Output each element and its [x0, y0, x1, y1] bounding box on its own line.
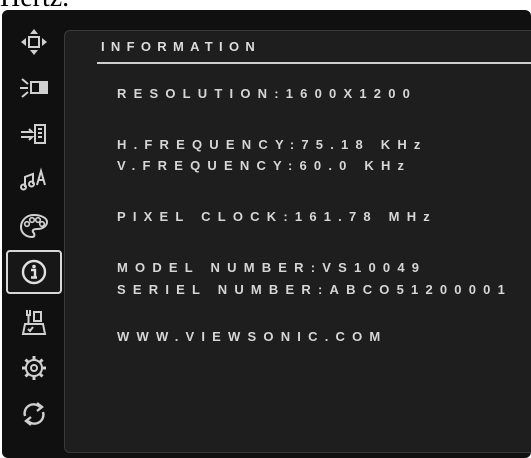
menu-item-input-select[interactable] — [8, 20, 60, 64]
manual-adjust-icon — [21, 310, 47, 335]
input-select-icon — [21, 29, 47, 55]
osd-menu: INFORMATION RESOLUTION:1600X1200 H.FREQU… — [2, 10, 531, 458]
model-number-value: MODEL NUMBER:VS10049 — [117, 260, 427, 275]
color-adjust-icon — [19, 213, 49, 239]
information-icon — [21, 259, 47, 285]
menu-item-brightness-contrast[interactable] — [8, 66, 60, 110]
menu-item-manual-adjust[interactable] — [8, 300, 60, 344]
sidebar-menu — [6, 20, 62, 448]
title-divider — [97, 62, 531, 64]
audio-icon — [20, 167, 46, 191]
menu-item-information[interactable] — [6, 250, 62, 294]
website-url: WWW.VIEWSONIC.COM — [117, 329, 388, 344]
brightness-contrast-icon — [20, 78, 48, 98]
memory-recall-icon — [23, 402, 45, 426]
serial-number-value: SERIEL NUMBER:ABCO51200001 — [117, 282, 513, 297]
menu-item-setup[interactable] — [8, 346, 60, 390]
menu-item-color-adjust[interactable] — [8, 204, 60, 248]
panel-title: INFORMATION — [101, 39, 262, 54]
v-frequency-value: V.FREQUENCY:60.0 KHz — [117, 158, 412, 173]
resolution-value: RESOLUTION:1600X1200 — [117, 86, 418, 101]
setup-menu-icon — [22, 356, 46, 380]
pixel-clock-value: PIXEL CLOCK:161.78 MHz — [117, 209, 437, 224]
h-frequency-value: H.FREQUENCY:75.18 KHz — [117, 137, 428, 152]
menu-item-memory-recall[interactable] — [8, 392, 60, 436]
video-input-icon — [21, 124, 46, 144]
information-panel: INFORMATION RESOLUTION:1600X1200 H.FREQU… — [64, 30, 531, 453]
menu-item-video-input[interactable] — [8, 112, 60, 156]
menu-item-audio[interactable] — [8, 158, 60, 202]
